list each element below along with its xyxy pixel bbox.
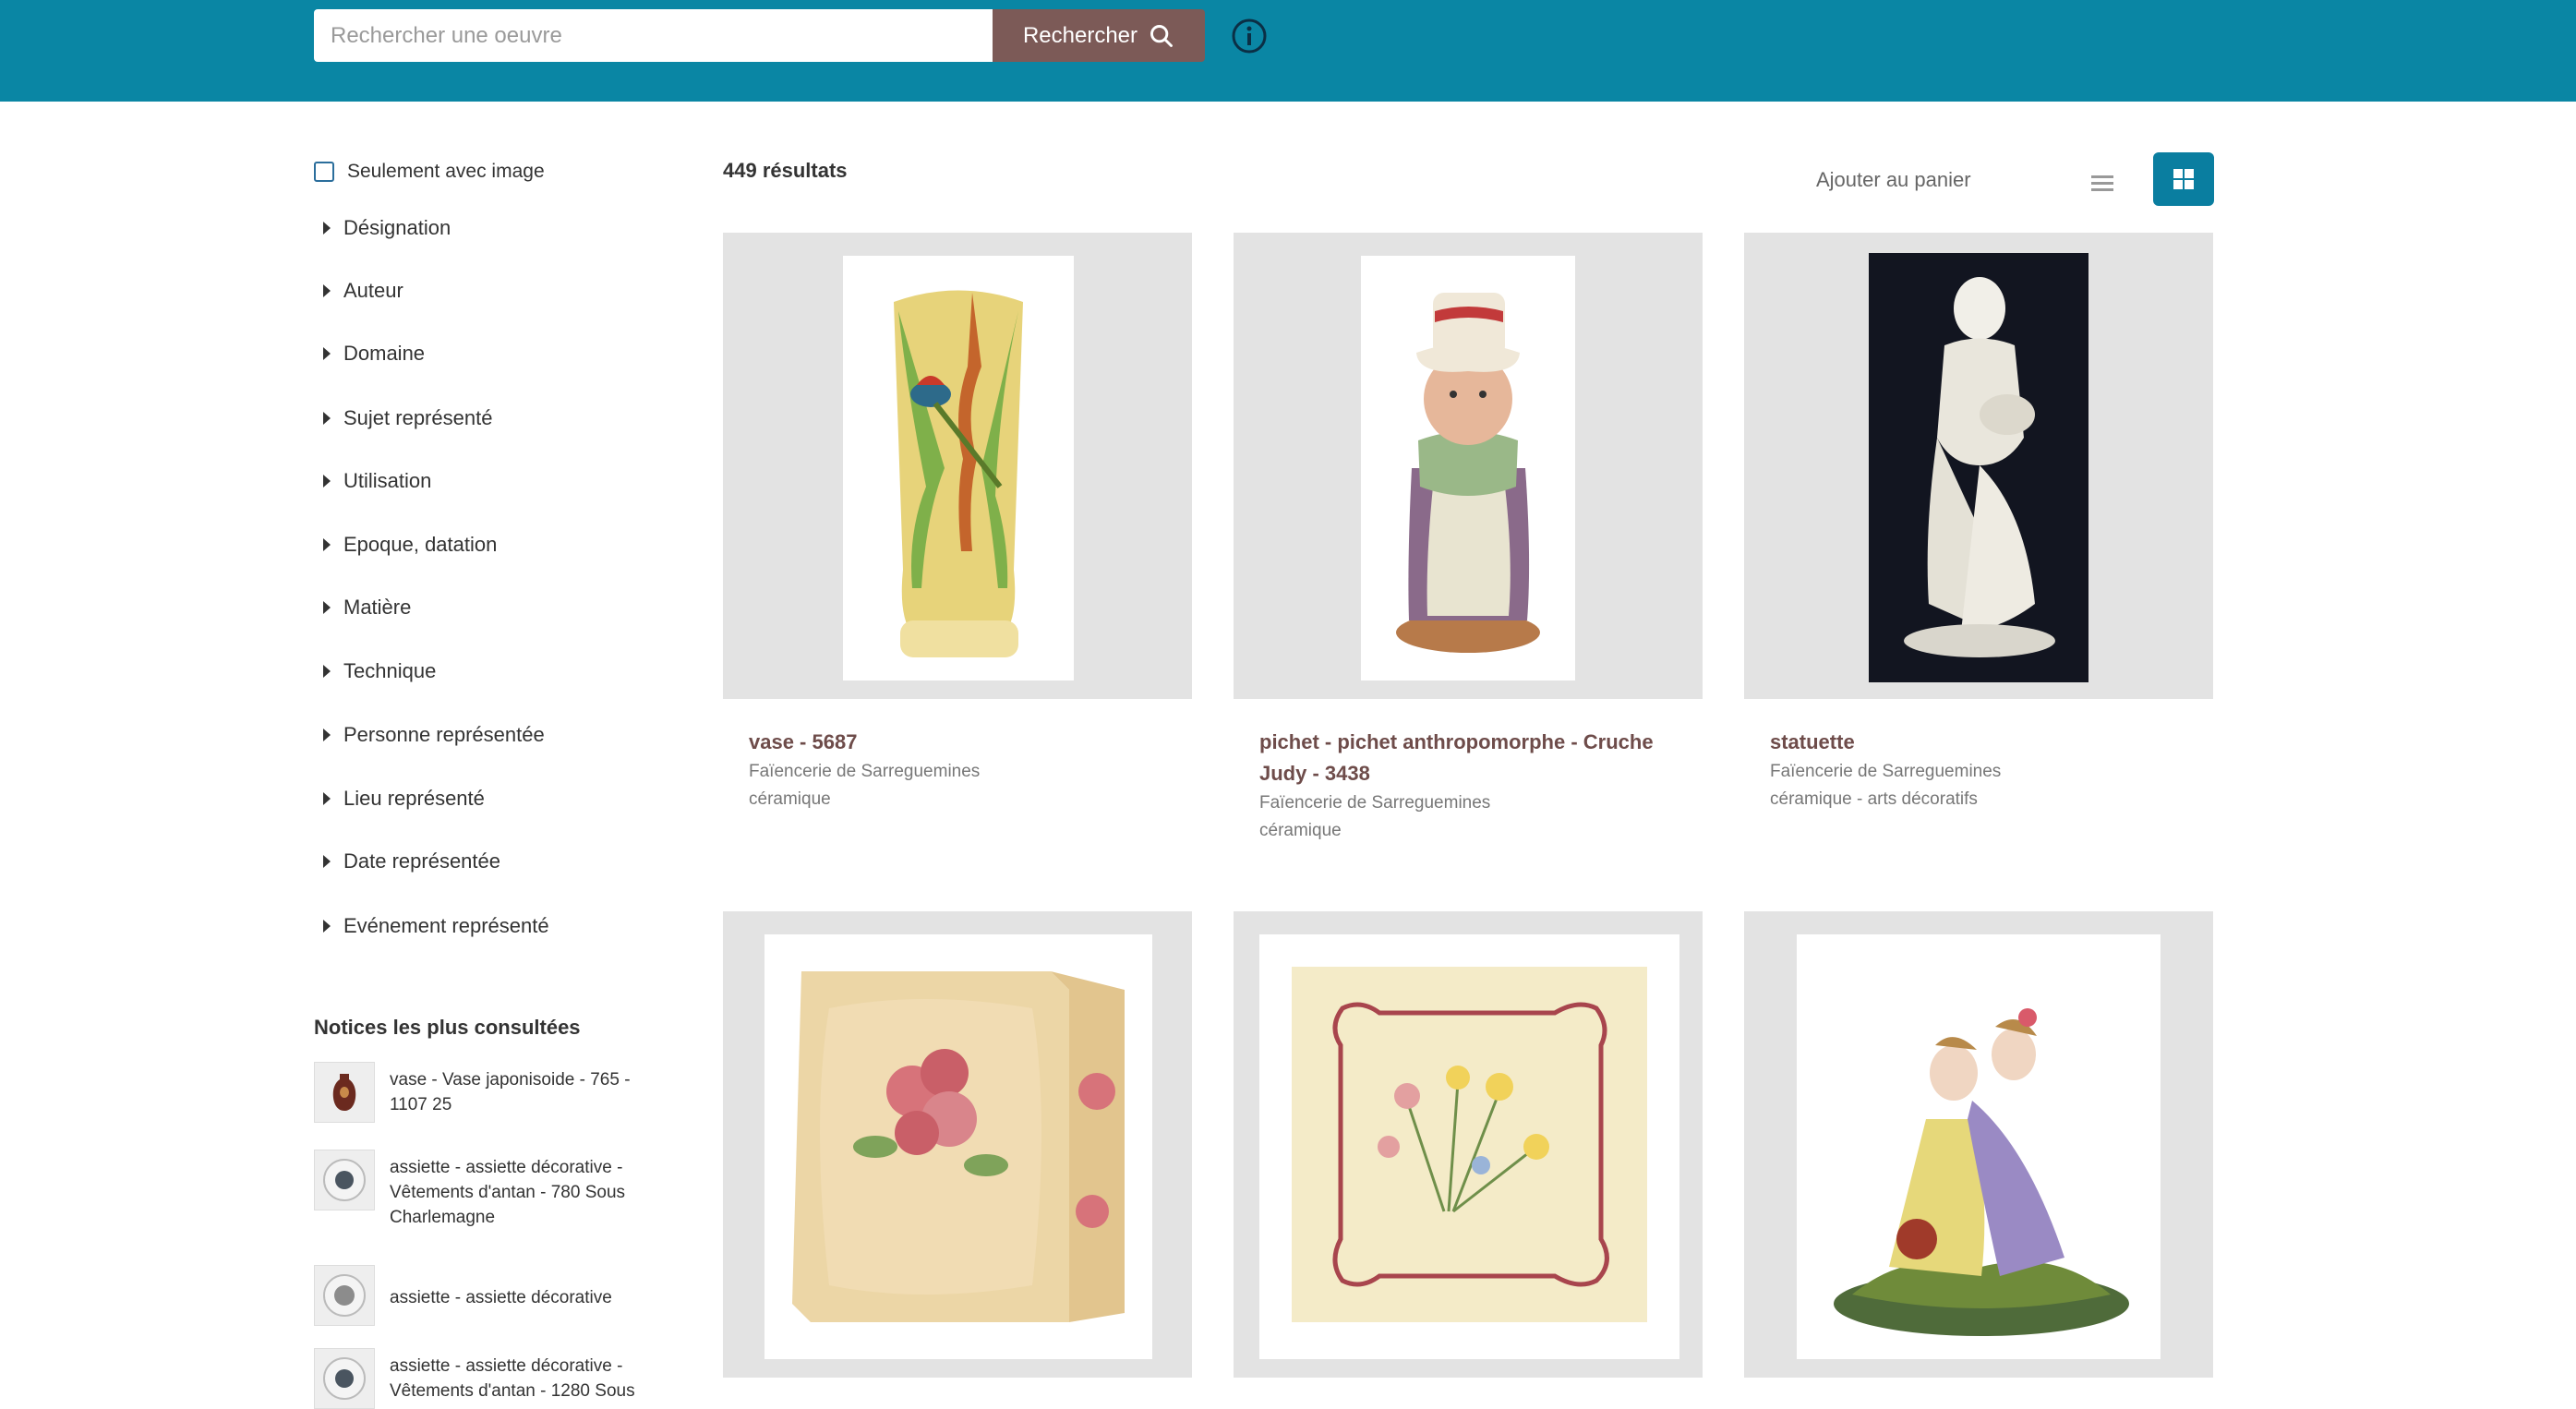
facet-lieu-represente[interactable]: Lieu représenté xyxy=(323,787,485,811)
notice-thumbnail xyxy=(314,1062,375,1123)
result-card[interactable] xyxy=(1744,911,2213,1405)
artwork-image[interactable] xyxy=(1744,233,2213,699)
caret-right-icon xyxy=(323,222,331,235)
info-icon[interactable] xyxy=(1230,17,1269,55)
caret-right-icon xyxy=(323,792,331,805)
facet-label: Domaine xyxy=(343,342,426,365)
top-bar: Rechercher xyxy=(0,0,2576,102)
popular-notice-item[interactable]: assiette - assiette décorative xyxy=(314,1265,665,1326)
notice-label: assiette - assiette décorative xyxy=(390,1288,612,1307)
only-with-image-filter[interactable]: Seulement avec image xyxy=(314,161,545,183)
facet-label: Désignation xyxy=(343,216,451,239)
artwork-image[interactable] xyxy=(723,233,1192,699)
caret-right-icon xyxy=(323,538,331,551)
card-title[interactable]: pichet - pichet anthropomorphe - Cruche … xyxy=(1234,727,1703,789)
facet-label: Evénement représenté xyxy=(343,914,549,937)
result-card[interactable]: vase - 5687 Faïencerie de Sarreguemines … xyxy=(723,233,1192,813)
card-maker: Faïencerie de Sarreguemines xyxy=(1770,762,2002,781)
card-domain: céramique xyxy=(1259,821,1342,840)
card-title[interactable]: statuette xyxy=(1744,727,2213,758)
facet-designation[interactable]: Désignation xyxy=(323,216,451,240)
notice-label: vase - Vase japonisoide - 765 - 1107 25 xyxy=(390,1070,631,1114)
tile-box-image xyxy=(792,971,1125,1322)
card-domain: céramique xyxy=(749,789,831,809)
notice-thumbnail xyxy=(314,1265,375,1326)
facet-label: Date représentée xyxy=(343,849,500,873)
facet-label: Technique xyxy=(343,659,437,682)
add-to-cart-link[interactable]: Ajouter au panier xyxy=(1816,168,1971,192)
artwork-image[interactable] xyxy=(723,911,1192,1378)
caret-right-icon xyxy=(323,920,331,933)
card-domain: céramique - arts décoratifs xyxy=(1770,789,1978,809)
artwork-image[interactable] xyxy=(1234,233,1703,699)
list-view-icon[interactable] xyxy=(2091,172,2119,194)
facet-technique[interactable]: Technique xyxy=(323,659,436,683)
facet-label: Matière xyxy=(343,596,412,619)
caret-right-icon xyxy=(323,284,331,297)
artwork-image[interactable] xyxy=(1744,911,2213,1378)
results-count: 449 résultats xyxy=(723,159,848,182)
popular-notice-item[interactable]: assiette - assiette décorative - Vêtemen… xyxy=(314,1150,665,1230)
facet-label: Epoque, datation xyxy=(343,533,498,556)
facet-date-representee[interactable]: Date représentée xyxy=(323,849,500,873)
caret-right-icon xyxy=(323,475,331,488)
facet-matiere[interactable]: Matière xyxy=(323,596,411,620)
search-icon xyxy=(1150,24,1173,47)
facet-sujet-represente[interactable]: Sujet représenté xyxy=(323,406,492,430)
card-maker: Faïencerie de Sarreguemines xyxy=(1259,793,1491,813)
card-maker: Faïencerie de Sarreguemines xyxy=(749,762,981,781)
caret-right-icon xyxy=(323,347,331,360)
facet-label: Auteur xyxy=(343,279,403,302)
caret-right-icon xyxy=(323,412,331,425)
floral-tile-image xyxy=(1292,967,1647,1322)
result-card[interactable]: statuette Faïencerie de Sarreguemines cé… xyxy=(1744,233,2213,813)
search-button[interactable]: Rechercher xyxy=(993,9,1205,62)
statuette-image xyxy=(1904,277,2055,657)
card-title[interactable]: vase - 5687 xyxy=(723,727,1192,758)
caret-right-icon xyxy=(323,665,331,678)
figurine-image xyxy=(1834,1008,2129,1336)
notice-label: assiette - assiette décorative - Vêtemen… xyxy=(390,1158,626,1227)
facet-label: Sujet représenté xyxy=(343,406,493,429)
artwork-image[interactable] xyxy=(1234,911,1703,1378)
search-button-label: Rechercher xyxy=(1022,22,1138,48)
notice-thumbnail xyxy=(314,1150,375,1210)
result-card[interactable] xyxy=(1234,911,1703,1405)
result-card[interactable] xyxy=(723,911,1192,1405)
facet-personne-representee[interactable]: Personne représentée xyxy=(323,723,545,747)
notice-label: assiette - assiette décorative - Vêtemen… xyxy=(390,1356,635,1401)
facet-label: Utilisation xyxy=(343,469,432,492)
facet-epoque-datation[interactable]: Epoque, datation xyxy=(323,533,497,557)
search-input[interactable] xyxy=(314,9,993,62)
grid-view-icon[interactable] xyxy=(2153,152,2214,206)
popular-notice-item[interactable]: assiette - assiette décorative - Vêtemen… xyxy=(314,1348,665,1409)
facet-domaine[interactable]: Domaine xyxy=(323,342,425,366)
vase-image xyxy=(894,290,1023,657)
result-card[interactable]: pichet - pichet anthropomorphe - Cruche … xyxy=(1234,233,1703,845)
only-with-image-label: Seulement avec image xyxy=(347,161,545,182)
pitcher-image xyxy=(1396,293,1540,653)
facet-evenement-represente[interactable]: Evénement représenté xyxy=(323,914,549,938)
caret-right-icon xyxy=(323,601,331,614)
facet-label: Personne représentée xyxy=(343,723,545,746)
popular-notices-title: Notices les plus consultées xyxy=(314,1016,581,1039)
caret-right-icon xyxy=(323,855,331,868)
notice-thumbnail xyxy=(314,1348,375,1409)
only-with-image-checkbox[interactable] xyxy=(314,162,334,182)
facet-utilisation[interactable]: Utilisation xyxy=(323,469,431,493)
facet-label: Lieu représenté xyxy=(343,787,485,810)
caret-right-icon xyxy=(323,729,331,741)
facet-auteur[interactable]: Auteur xyxy=(323,279,403,303)
popular-notice-item[interactable]: vase - Vase japonisoide - 765 - 1107 25 xyxy=(314,1062,665,1123)
